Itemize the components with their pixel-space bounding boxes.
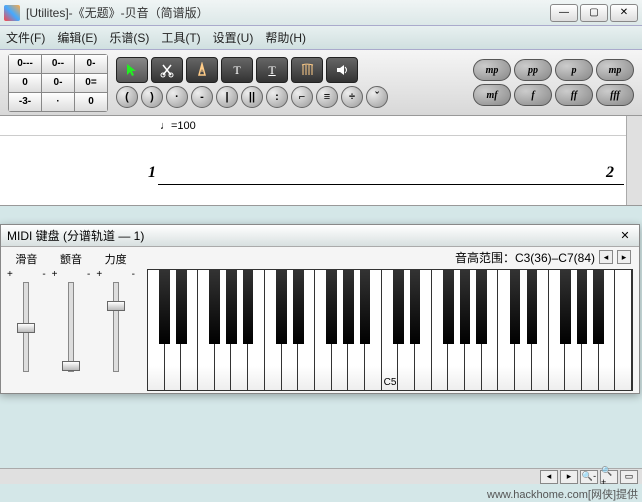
black-key[interactable] [476,270,487,344]
black-key[interactable] [326,270,337,344]
black-key[interactable] [510,270,521,344]
numpad-5[interactable]: 0= [75,74,107,92]
circ-10[interactable]: ˇ [366,86,388,108]
circ-8[interactable]: ≡ [316,86,338,108]
menu-settings[interactable]: 设置(U) [213,29,254,46]
slider-glide[interactable] [23,282,29,372]
menubar: 文件(F) 编辑(E) 乐谱(S) 工具(T) 设置(U) 帮助(H) [0,26,642,50]
pitch-range-label: 音高范围：C3(36)–C7(84) [455,249,595,266]
bar-number-2: 2 [606,164,614,182]
black-key[interactable] [293,270,304,344]
nav-left-button[interactable]: ◂ [540,470,558,484]
menu-file[interactable]: 文件(F) [6,29,45,46]
range-prev-button[interactable]: ◂ [599,250,613,264]
slider-vibrato[interactable] [68,282,74,372]
slider-velocity-label: 力度 [105,251,127,267]
bar-number-1: 1 [148,164,156,182]
numpad-0[interactable]: 0--- [9,55,41,73]
bottom-toolbar: ◂ ▸ 🔍- 🔍+ ▭ [0,468,642,484]
black-key[interactable] [360,270,371,344]
sliders-area: 滑音 +- 颤音 +- 力度 +- [1,247,141,393]
black-key[interactable] [527,270,538,344]
black-key[interactable] [410,270,421,344]
slider-vibrato-label: 颤音 [60,251,82,267]
black-key[interactable] [393,270,404,344]
black-key[interactable] [209,270,220,344]
menu-edit[interactable]: 编辑(E) [57,29,97,46]
circ-3[interactable]: - [191,86,213,108]
piano-keyboard[interactable]: C5 [147,269,633,391]
ruler: ♩=100 [0,116,642,136]
dyn-mp1[interactable]: mp [473,59,511,81]
range-next-button[interactable]: ▸ [617,250,631,264]
menu-score[interactable]: 乐谱(S) [109,29,149,46]
dyn-pp[interactable]: pp [514,59,552,81]
vertical-scrollbar[interactable] [626,116,642,205]
numpad-3[interactable]: 0 [9,74,41,92]
numpad-6[interactable]: -3- [9,93,41,111]
circ-4[interactable]: | [216,86,238,108]
slider-glide-label: 滑音 [15,251,37,267]
black-key[interactable] [343,270,354,344]
maximize-button[interactable]: ▢ [580,4,608,22]
dyn-mp2[interactable]: mp [596,59,634,81]
circ-9[interactable]: ÷ [341,86,363,108]
menu-help[interactable]: 帮助(H) [265,29,306,46]
black-key[interactable] [593,270,604,344]
numpad-1[interactable]: 0-- [42,55,74,73]
tool-cut[interactable] [151,57,183,83]
menu-tools[interactable]: 工具(T) [161,29,200,46]
black-key[interactable] [560,270,571,344]
midi-keyboard-panel: MIDI 键盘 (分谱轨道 — 1) ✕ 滑音 +- 颤音 +- 力度 +- 音… [0,224,640,394]
close-button[interactable]: ✕ [610,4,638,22]
numpad-8[interactable]: 0 [75,93,107,111]
dyn-mf[interactable]: mf [473,84,511,106]
circ-7[interactable]: ⌐ [291,86,313,108]
circ-1[interactable]: ) [141,86,163,108]
black-key[interactable] [276,270,287,344]
numpad-4[interactable]: 0- [42,74,74,92]
zoom-in-button[interactable]: 🔍+ [600,470,618,484]
circ-2[interactable]: · [166,86,188,108]
c5-label: C5 [384,377,397,388]
black-key[interactable] [243,270,254,344]
score-area[interactable]: ♩=100 1 2 [0,116,642,206]
midi-panel-title: MIDI 键盘 (分谱轨道 — 1) [7,227,617,244]
circ-6[interactable]: : [266,86,288,108]
nav-right-button[interactable]: ▸ [560,470,578,484]
black-key[interactable] [577,270,588,344]
black-key[interactable] [226,270,237,344]
slider-velocity[interactable] [113,282,119,372]
midi-close-button[interactable]: ✕ [617,228,633,244]
dyn-ff[interactable]: ff [555,84,593,106]
tool-text[interactable]: T [221,57,253,83]
zoom-page-button[interactable]: ▭ [620,470,638,484]
minimize-button[interactable]: — [550,4,578,22]
staff[interactable]: 1 2 [0,136,642,206]
zoom-out-button[interactable]: 🔍- [580,470,598,484]
footer-attribution: www.hackhome.com[网侠]提供 [487,486,638,502]
black-key[interactable] [443,270,454,344]
tool-lyric[interactable]: T [256,57,288,83]
dyn-f[interactable]: f [514,84,552,106]
toolbar: 0--- 0-- 0- 0 0- 0= -3- · 0 T T ( ) · - … [0,50,642,116]
tool-tempo[interactable] [186,57,218,83]
app-icon [4,5,20,21]
window-title: [Utilites]-《无题》-贝音（简谱版） [26,4,550,21]
tool-arrow[interactable] [116,57,148,83]
numpad-7[interactable]: · [42,93,74,111]
tool-speaker[interactable] [326,57,358,83]
black-key[interactable] [460,270,471,344]
dyn-fff[interactable]: fff [596,84,634,106]
black-key[interactable] [159,270,170,344]
tool-harp[interactable] [291,57,323,83]
numpad-2[interactable]: 0- [75,55,107,73]
circ-5[interactable]: || [241,86,263,108]
number-pad: 0--- 0-- 0- 0 0- 0= -3- · 0 [8,54,108,112]
tempo-value: =100 [171,120,196,132]
circ-0[interactable]: ( [116,86,138,108]
black-key[interactable] [176,270,187,344]
dyn-p[interactable]: p [555,59,593,81]
